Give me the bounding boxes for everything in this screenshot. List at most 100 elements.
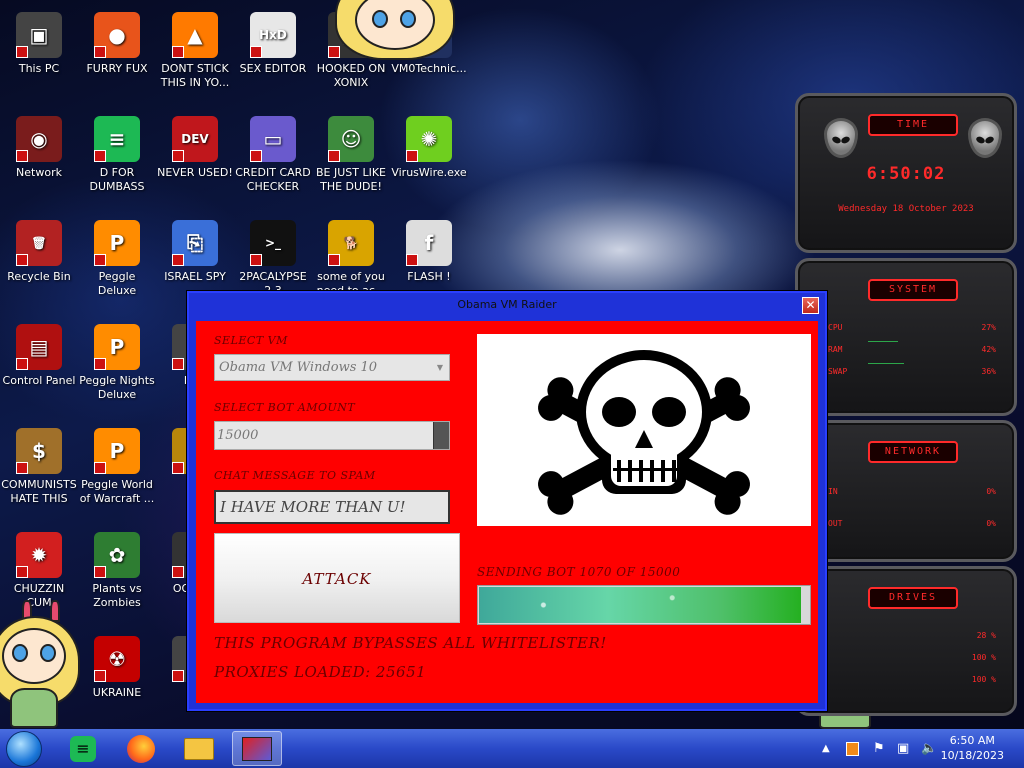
desktop-icon-label: DONT STICK THIS IN YO...	[160, 62, 230, 89]
gadget-clock: 6:50:02	[866, 164, 946, 184]
desktop-icon[interactable]: ☺ BE JUST LIKE THE DUDE!	[312, 116, 390, 194]
start-button[interactable]	[6, 731, 42, 767]
ram-row: RAM 42%	[828, 345, 996, 354]
bot-amount-input[interactable]: 15000	[214, 421, 450, 450]
net-out-value: 0%	[986, 519, 996, 528]
network-title: NETWORK	[868, 441, 958, 463]
spotify-icon[interactable]: ≡	[58, 731, 108, 766]
desktop-icon[interactable]: $ COMMUNISTS HATE THIS G...	[0, 428, 78, 506]
net-out-label: OUT	[828, 519, 843, 528]
desktop-icon[interactable]: HxD SEX EDITOR	[234, 12, 312, 76]
vm-raider-icon	[242, 736, 272, 761]
app-icon: ☺	[328, 116, 374, 162]
app-icon: ⎘	[172, 220, 218, 266]
alien-icon	[968, 118, 1002, 158]
app-icon: ☢	[94, 636, 140, 682]
chat-message-value: I HAVE MORE THAN U!	[220, 498, 406, 516]
net-in-value: 0%	[986, 487, 996, 496]
network-icon[interactable]: ▣	[897, 729, 909, 768]
close-button[interactable]: ✕	[802, 297, 819, 314]
desktop-icon[interactable]: ✹ CHUZZIN CUM	[0, 532, 78, 610]
desktop-icon[interactable]: P Peggle World of Warcraft ...	[78, 428, 156, 506]
star-character-bottom-left	[0, 600, 80, 730]
app-icon: DEV	[172, 116, 218, 162]
attack-button[interactable]: ATTACK	[214, 533, 460, 623]
cpu-value: 27%	[981, 323, 996, 332]
network-gadget: NETWORK IN 0% OUT 0%	[795, 420, 1017, 562]
proxies-text: PROXIES LOADED: 25651	[214, 663, 427, 681]
window-title[interactable]: Obama VM Raider	[189, 293, 825, 317]
vm-select-value: Obama VM Windows 10	[219, 360, 378, 375]
chat-message-label: CHAT MESSAGE TO SPAM	[214, 469, 376, 482]
app-icon: ✿	[94, 532, 140, 578]
desktop-icon[interactable]: ✿ Plants vs Zombies	[78, 532, 156, 610]
desktop-icon-label: VirusWire.exe	[391, 166, 467, 179]
app-icon: >_	[250, 220, 296, 266]
file-explorer-icon[interactable]	[174, 731, 224, 766]
app-icon: P	[94, 220, 140, 266]
desktop-icon-label: FLASH !	[407, 270, 451, 283]
chat-message-input[interactable]: I HAVE MORE THAN U!	[214, 490, 450, 524]
window-client: SELECT VM Obama VM Windows 10 ▼ SELECT B…	[196, 321, 818, 703]
alien-icon	[824, 118, 858, 158]
desktop-icon[interactable]: ✺ VirusWire.exe	[390, 116, 468, 180]
drives-gadget: DRIVES 28 % 100 % 100 %	[795, 566, 1017, 716]
bypass-text: THIS PROGRAM BYPASSES ALL WHITELISTER!	[214, 634, 607, 652]
desktop-icon-label: Recycle Bin	[7, 270, 71, 283]
net-in-label: IN	[828, 487, 838, 496]
drive-value: 28 %	[976, 631, 996, 640]
volume-icon[interactable]: 🔈	[921, 729, 937, 768]
desktop-icon[interactable]: DEV NEVER USED!	[156, 116, 234, 180]
notification-icon[interactable]	[846, 729, 859, 768]
swap-label: SWAP	[828, 367, 848, 376]
show-hidden-icons[interactable]: ▲	[822, 729, 830, 768]
app-icon: ●	[94, 12, 140, 58]
app-icon: ✺	[406, 116, 452, 162]
desktop-icon[interactable]: f FLASH !	[390, 220, 468, 284]
progress-fill	[479, 587, 802, 623]
app-icon: HxD	[250, 12, 296, 58]
ram-value: 42%	[981, 345, 996, 354]
desktop-icon[interactable]: ◉ Network	[0, 116, 78, 180]
desktop-icon-label: ISRAEL SPY	[164, 270, 226, 283]
desktop-icon[interactable]: ⎘ ISRAEL SPY	[156, 220, 234, 284]
cpu-row: CPU 27%	[828, 323, 996, 332]
desktop-icon-label: Network	[16, 166, 62, 179]
clock-date: 10/18/2023	[940, 749, 1004, 762]
desktop-icon[interactable]: ≡ D FOR DUMBASS	[78, 116, 156, 194]
app-icon: ▤	[16, 324, 62, 370]
desktop-icon[interactable]: 🐕some of you need to ac...	[312, 220, 390, 298]
desktop-icon-label: BE JUST LIKE THE DUDE!	[315, 166, 387, 193]
app-icon: ▣	[16, 12, 62, 58]
app-icon: ≡	[94, 116, 140, 162]
gadget-date: Wednesday 18 October 2023	[838, 204, 974, 214]
vm-raider-window: Obama VM Raider ✕ SELECT VM Obama VM Win…	[187, 291, 827, 711]
desktop-icon-label: Peggle World of Warcraft ...	[79, 478, 155, 505]
desktop-icon[interactable]: ▲ DONT STICK THIS IN YO...	[156, 12, 234, 90]
desktop-icon-label: Plants vs Zombies	[92, 582, 142, 609]
desktop-icon[interactable]: ▤ Control Panel	[0, 324, 78, 388]
desktop-icon-label: CREDIT CARD CHECKER	[235, 166, 311, 193]
desktop-icon-label: COMMUNISTS HATE THIS G...	[1, 478, 77, 505]
desktop-icon[interactable]: 🗑 Recycle Bin	[0, 220, 78, 284]
desktop-icon[interactable]: ▣ This PC	[0, 12, 78, 76]
cpu-label: CPU	[828, 323, 843, 332]
vm-select[interactable]: Obama VM Windows 10 ▼	[214, 354, 450, 381]
ram-label: RAM	[828, 345, 843, 354]
flag-icon[interactable]: ⚑	[873, 729, 885, 768]
drive-row: 28 %	[828, 631, 996, 640]
bot-amount-label: SELECT BOT AMOUNT	[214, 401, 356, 414]
vm-raider-taskbar-button[interactable]	[232, 731, 282, 766]
firefox-icon[interactable]	[116, 731, 166, 766]
desktop-icon[interactable]: ▭ CREDIT CARD CHECKER	[234, 116, 312, 194]
chevron-down-icon[interactable]: ▼	[437, 355, 443, 380]
app-icon: ✹	[16, 532, 62, 578]
desktop-icon[interactable]: >_2PACALYPSE 2.3	[234, 220, 312, 298]
desktop-icon[interactable]: P Peggle Nights Deluxe	[78, 324, 156, 402]
desktop-icon[interactable]: P Peggle Deluxe	[78, 220, 156, 298]
skull-crossbones-icon	[538, 350, 750, 515]
desktop-icon[interactable]: ☢ UKRAINE	[78, 636, 156, 700]
desktop-icon[interactable]: ● FURRY FUX	[78, 12, 156, 76]
taskbar-clock[interactable]: 6:50 AM 10/18/2023	[941, 733, 1004, 763]
spinner-icon[interactable]	[433, 422, 449, 449]
